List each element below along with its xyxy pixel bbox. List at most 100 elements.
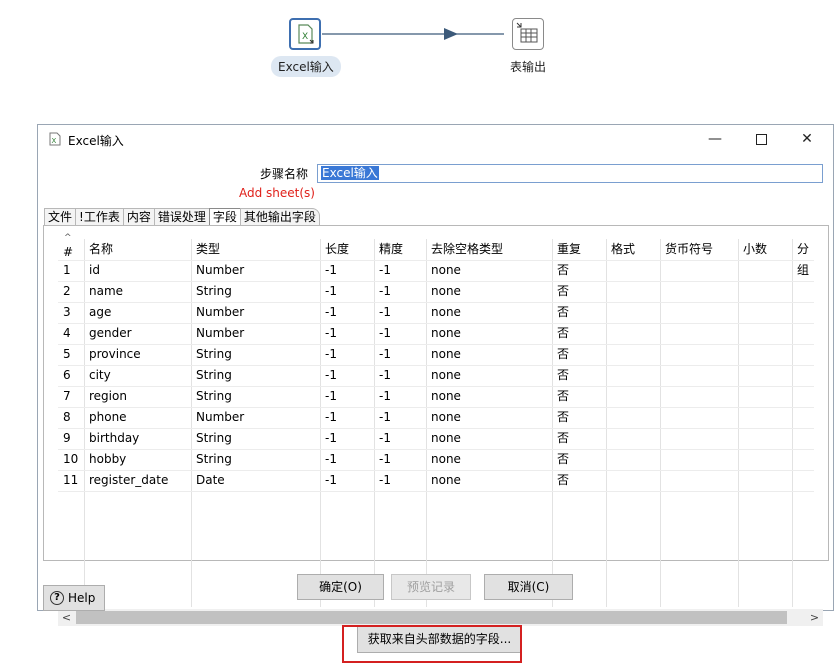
table-cell[interactable]: 否 bbox=[552, 386, 606, 407]
table-cell[interactable]: -1 bbox=[374, 365, 426, 386]
table-cell[interactable]: none bbox=[426, 449, 552, 470]
table-cell[interactable]: age bbox=[84, 302, 191, 323]
hop-arrow[interactable] bbox=[322, 27, 514, 41]
table-cell[interactable]: Number bbox=[191, 302, 320, 323]
horizontal-scrollbar[interactable]: < > bbox=[58, 609, 823, 626]
table-cell[interactable]: String bbox=[191, 344, 320, 365]
table-cell[interactable]: -1 bbox=[320, 407, 374, 428]
table-cell[interactable]: none bbox=[426, 302, 552, 323]
table-cell[interactable]: none bbox=[426, 407, 552, 428]
table-cell[interactable]: String bbox=[191, 428, 320, 449]
table-row[interactable]: 5 province String -1 -1 none 否 bbox=[58, 344, 814, 365]
table-cell[interactable]: hobby bbox=[84, 449, 191, 470]
maximize-button[interactable] bbox=[738, 125, 784, 153]
table-cell[interactable]: 2 bbox=[58, 281, 84, 302]
table-cell[interactable]: -1 bbox=[320, 449, 374, 470]
table-cell[interactable]: 否 bbox=[552, 281, 606, 302]
tab-content[interactable]: 内容 bbox=[122, 208, 155, 226]
table-cell[interactable]: Number bbox=[191, 407, 320, 428]
table-cell[interactable]: -1 bbox=[374, 386, 426, 407]
table-cell[interactable]: province bbox=[84, 344, 191, 365]
column-header[interactable]: 类型 bbox=[191, 239, 320, 260]
table-cell[interactable]: 11 bbox=[58, 470, 84, 491]
table-cell[interactable]: register_date bbox=[84, 470, 191, 491]
table-cell[interactable]: 4 bbox=[58, 323, 84, 344]
table-cell[interactable]: none bbox=[426, 386, 552, 407]
table-cell[interactable]: none bbox=[426, 470, 552, 491]
tab-sheets[interactable]: !工作表 bbox=[75, 208, 124, 226]
column-header[interactable]: 分组 bbox=[792, 239, 814, 277]
table-cell[interactable]: birthday bbox=[84, 428, 191, 449]
table-row[interactable]: 8 phone Number -1 -1 none 否 bbox=[58, 407, 814, 428]
table-cell[interactable]: -1 bbox=[374, 302, 426, 323]
table-row[interactable]: 9 birthday String -1 -1 none 否 bbox=[58, 428, 814, 449]
table-cell[interactable]: gender bbox=[84, 323, 191, 344]
table-cell[interactable]: String bbox=[191, 386, 320, 407]
preview-button[interactable]: 预览记录 bbox=[391, 574, 471, 600]
table-cell[interactable]: -1 bbox=[374, 470, 426, 491]
scroll-right-icon[interactable]: > bbox=[806, 609, 823, 626]
table-cell[interactable]: 否 bbox=[552, 470, 606, 491]
table-cell[interactable]: 10 bbox=[58, 449, 84, 470]
column-header[interactable]: 货币符号 bbox=[660, 239, 738, 260]
table-cell[interactable]: -1 bbox=[320, 428, 374, 449]
table-cell[interactable]: 否 bbox=[552, 323, 606, 344]
table-cell[interactable]: 否 bbox=[552, 407, 606, 428]
table-cell[interactable]: 1 bbox=[58, 260, 84, 281]
table-output-node[interactable] bbox=[512, 18, 544, 50]
table-cell[interactable]: -1 bbox=[374, 323, 426, 344]
close-button[interactable]: ✕ bbox=[784, 125, 830, 153]
table-cell[interactable]: 否 bbox=[552, 260, 606, 281]
table-cell[interactable]: city bbox=[84, 365, 191, 386]
table-cell[interactable]: 否 bbox=[552, 344, 606, 365]
table-row[interactable]: 11 register_date Date -1 -1 none 否 bbox=[58, 470, 814, 491]
table-cell[interactable]: 6 bbox=[58, 365, 84, 386]
cancel-button[interactable]: 取消(C) bbox=[484, 574, 573, 600]
table-row[interactable]: 2 name String -1 -1 none 否 bbox=[58, 281, 814, 302]
table-cell[interactable]: -1 bbox=[320, 260, 374, 281]
column-header[interactable]: 长度 bbox=[320, 239, 374, 260]
table-row[interactable]: 6 city String -1 -1 none 否 bbox=[58, 365, 814, 386]
table-cell[interactable]: Number bbox=[191, 260, 320, 281]
tab-error-handling[interactable]: 错误处理 bbox=[153, 208, 210, 226]
table-cell[interactable]: -1 bbox=[320, 302, 374, 323]
scrollbar-thumb[interactable] bbox=[76, 611, 787, 624]
column-header[interactable]: 名称 bbox=[84, 239, 191, 260]
table-cell[interactable]: none bbox=[426, 260, 552, 281]
table-cell[interactable]: none bbox=[426, 323, 552, 344]
table-cell[interactable]: String bbox=[191, 449, 320, 470]
table-cell[interactable]: -1 bbox=[320, 344, 374, 365]
table-row[interactable]: 3 age Number -1 -1 none 否 bbox=[58, 302, 814, 323]
table-cell[interactable]: -1 bbox=[374, 260, 426, 281]
table-cell[interactable]: none bbox=[426, 344, 552, 365]
table-cell[interactable]: 否 bbox=[552, 365, 606, 386]
table-cell[interactable]: Date bbox=[191, 470, 320, 491]
table-cell[interactable]: -1 bbox=[320, 470, 374, 491]
table-row[interactable]: 4 gender Number -1 -1 none 否 bbox=[58, 323, 814, 344]
table-cell[interactable]: -1 bbox=[374, 344, 426, 365]
table-cell[interactable]: none bbox=[426, 365, 552, 386]
column-header[interactable]: 去除空格类型 bbox=[426, 239, 552, 260]
excel-input-node[interactable]: X bbox=[289, 18, 321, 50]
table-cell[interactable]: region bbox=[84, 386, 191, 407]
step-name-input[interactable]: Excel输入 bbox=[317, 164, 823, 183]
tab-other-output-fields[interactable]: 其他输出字段 bbox=[239, 208, 320, 226]
get-fields-from-header-button[interactable]: 获取来自头部数据的字段... bbox=[357, 626, 522, 653]
table-cell[interactable]: none bbox=[426, 428, 552, 449]
table-cell[interactable]: -1 bbox=[320, 323, 374, 344]
table-cell[interactable]: 否 bbox=[552, 302, 606, 323]
table-cell[interactable]: 5 bbox=[58, 344, 84, 365]
column-header[interactable]: 小数 bbox=[738, 239, 792, 260]
table-cell[interactable]: -1 bbox=[374, 449, 426, 470]
table-cell[interactable]: String bbox=[191, 281, 320, 302]
table-cell[interactable]: phone bbox=[84, 407, 191, 428]
table-cell[interactable]: -1 bbox=[320, 281, 374, 302]
column-header[interactable]: 格式 bbox=[606, 239, 660, 260]
table-cell[interactable]: 7 bbox=[58, 386, 84, 407]
table-cell[interactable]: 9 bbox=[58, 428, 84, 449]
tab-file[interactable]: 文件 bbox=[44, 208, 77, 226]
table-cell[interactable]: 8 bbox=[58, 407, 84, 428]
dialog-titlebar[interactable]: X Excel输入 — ✕ bbox=[38, 125, 833, 153]
table-cell[interactable]: name bbox=[84, 281, 191, 302]
help-button[interactable]: ? Help bbox=[43, 585, 105, 611]
